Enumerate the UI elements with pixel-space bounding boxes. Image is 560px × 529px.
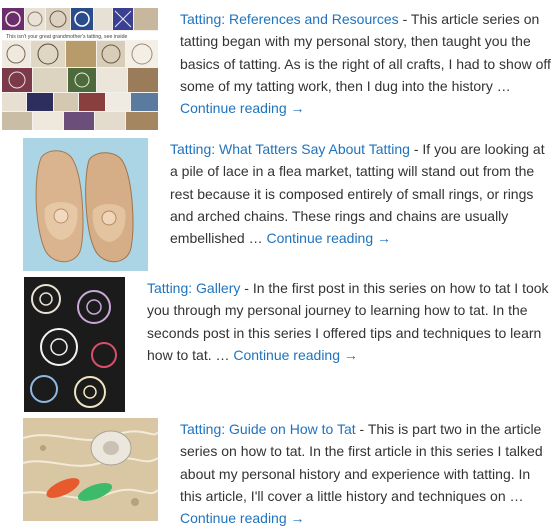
excerpt-ellipsis: … — [211, 346, 234, 363]
tatting-collage-image: This isn't your great grandmother's tatt… — [2, 8, 158, 130]
tatting-supplies-image — [23, 418, 158, 521]
post-title-link[interactable]: Tatting: Guide on How to Tat — [180, 421, 356, 437]
post-thumbnail-gallery[interactable] — [24, 277, 125, 412]
post-thumbnail-collage[interactable]: This isn't your great grandmother's tatt… — [2, 8, 158, 130]
title-separator: - — [355, 421, 368, 437]
post-title-link[interactable]: Tatting: References and Resources — [180, 11, 399, 27]
post-summary: Tatting: What Tatters Say About Tatting … — [170, 138, 550, 249]
excerpt-ellipsis: … — [244, 230, 267, 247]
excerpt-ellipsis: … — [492, 77, 511, 94]
post-item: This isn't your great grandmother's tatt… — [0, 0, 560, 130]
post-summary: Tatting: Gallery - In the first post in … — [147, 277, 552, 366]
lace-slippers-image — [23, 138, 148, 271]
tatting-gallery-image — [24, 277, 125, 412]
post-title-link[interactable]: Tatting: What Tatters Say About Tatting — [170, 141, 410, 157]
title-separator: - — [240, 280, 253, 296]
post-item: Tatting: What Tatters Say About Tatting … — [0, 135, 560, 275]
post-item: Tatting: Guide on How to Tat - This is p… — [0, 416, 560, 528]
continue-reading-link[interactable]: Continue reading → — [180, 510, 305, 526]
post-summary: Tatting: References and Resources - This… — [180, 8, 552, 119]
post-thumbnail-slippers[interactable] — [23, 138, 148, 271]
title-separator: - — [398, 11, 411, 27]
continue-reading-link[interactable]: Continue reading → — [180, 100, 305, 116]
continue-reading-link[interactable]: Continue reading → — [267, 230, 392, 246]
continue-reading-link[interactable]: Continue reading → — [233, 347, 358, 363]
post-item: Tatting: Gallery - In the first post in … — [0, 273, 560, 413]
title-separator: - — [409, 141, 423, 157]
excerpt-ellipsis: … — [505, 487, 524, 504]
post-summary: Tatting: Guide on How to Tat - This is p… — [180, 418, 552, 529]
collage-caption: This isn't your great grandmother's tatt… — [6, 34, 127, 40]
post-title-link[interactable]: Tatting: Gallery — [147, 280, 240, 296]
post-thumbnail-supplies[interactable] — [23, 418, 158, 521]
